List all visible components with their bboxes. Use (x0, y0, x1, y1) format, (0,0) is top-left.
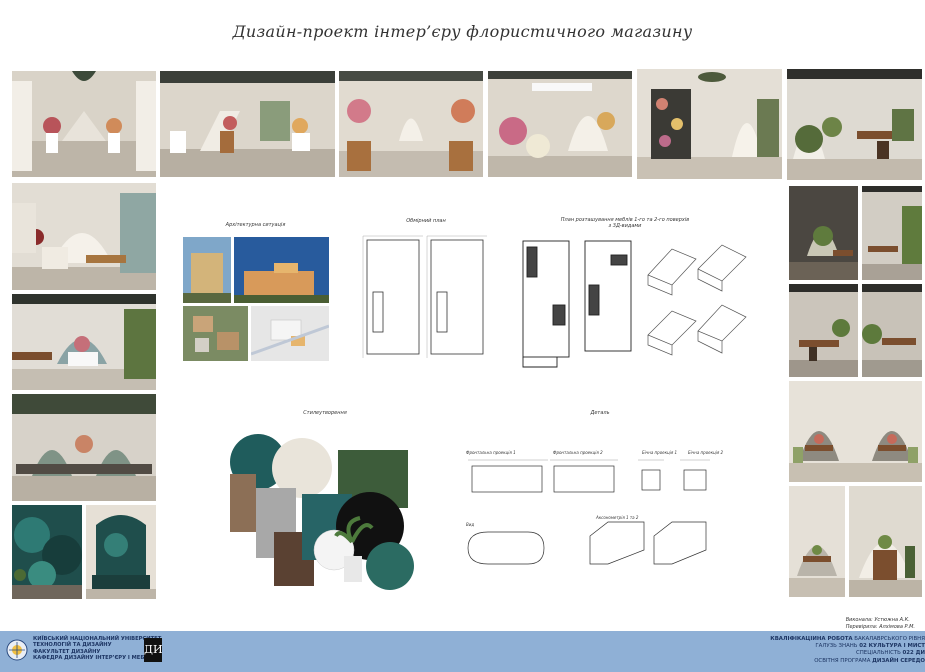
details-drawing (458, 440, 726, 585)
render-photo (12, 294, 156, 390)
render-photo (789, 381, 922, 482)
authors-block: Виконала: Устюжна А.К. Перевірила: Алхім… (846, 617, 915, 631)
render-photo (160, 71, 335, 177)
detail-label: Фронтальна проекція 2 (553, 450, 603, 455)
university-logo-icon (6, 639, 28, 661)
detail-label: Бічна проекція 2 (688, 450, 724, 455)
render-photo (339, 71, 483, 177)
university-name: КИЇВСЬКИЙ НАЦІОНАЛЬНИЙ УНІВЕРСИТЕТ ТЕХНО… (33, 636, 162, 661)
render-photo (12, 394, 156, 501)
section-caption-measured-plan: Обмірний план (406, 218, 446, 224)
author-line: Виконала: Устюжна А.К. (845, 617, 910, 623)
detail-label: Вид (466, 522, 475, 527)
render-photo (86, 505, 156, 599)
furniture-3d-views (642, 235, 772, 365)
site-photo (251, 306, 329, 361)
render-photo (12, 505, 82, 599)
page-title: Дизайн-проект інтер’єру флористичного ма… (232, 22, 693, 41)
render-photo (862, 186, 922, 280)
section-caption-furniture-plan: План розташування меблів 1-го та 2-го по… (560, 217, 690, 229)
render-photo (789, 284, 858, 377)
render-photo (862, 284, 922, 377)
render-photo (789, 486, 845, 597)
render-photo (12, 183, 156, 290)
department-logo-icon: ДИ (144, 638, 163, 662)
furniture-plan-drawing (517, 235, 637, 373)
section-caption-details: Деталь (590, 410, 610, 416)
render-photo (789, 186, 858, 280)
render-photo (787, 69, 922, 180)
moodboard-collage (222, 432, 425, 598)
render-photo (12, 71, 156, 177)
site-photo (234, 237, 329, 303)
detail-label: Аксонометрія 1 та 2 (596, 515, 639, 520)
detail-label: Фронтальна проекція 1 (466, 450, 516, 455)
render-photo (849, 486, 922, 597)
supervisor-line: Перевірила: Алхімова Р.М. (845, 624, 915, 630)
render-photo (637, 69, 782, 179)
section-caption-architectural: Архітектурна ситуація (225, 222, 286, 228)
site-photo (183, 306, 248, 361)
render-photo (488, 71, 632, 177)
measured-plan-drawing (361, 232, 492, 361)
detail-label: Бічна проекція 1 (642, 450, 678, 455)
section-caption-moodboard: Стилеутворення (303, 410, 347, 416)
work-info: КВАЛІФІКАЦІЙНА РОБОТА БАКАЛАВРСЬКОГО РІВ… (770, 636, 925, 664)
site-photo (183, 237, 231, 303)
